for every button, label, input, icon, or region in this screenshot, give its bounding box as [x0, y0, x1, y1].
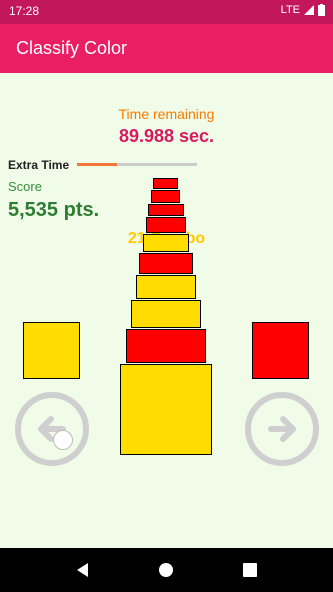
- arrow-right-icon: [268, 416, 296, 442]
- status-icons: LTE: [281, 4, 325, 16]
- stack-block: [131, 300, 201, 328]
- recents-square-icon[interactable]: [240, 560, 260, 580]
- status-bar: 17:28 LTE: [0, 0, 333, 24]
- stack-block: [146, 217, 186, 233]
- back-triangle-icon[interactable]: [73, 560, 93, 580]
- extra-time-label: Extra Time: [8, 158, 70, 172]
- status-time: 17:28: [9, 4, 40, 18]
- signal-icon: [304, 5, 314, 15]
- touch-indicator: [53, 430, 73, 450]
- extra-time-progress-fill: [77, 163, 117, 166]
- right-color-sample: [252, 322, 309, 379]
- time-remaining-value: 89.988 sec.: [118, 126, 215, 146]
- stack-block: [120, 364, 212, 455]
- score-label: Score: [8, 179, 42, 194]
- network-label: LTE: [280, 4, 300, 16]
- left-color-sample: [23, 322, 80, 379]
- left-arrow-button[interactable]: [15, 392, 89, 466]
- stack-block: [126, 329, 206, 363]
- home-circle-icon[interactable]: [156, 560, 176, 580]
- extra-time-progress: [77, 163, 197, 166]
- time-remaining-label: Time remaining: [118, 106, 215, 122]
- app-title: Classify Color: [16, 38, 128, 58]
- navigation-bar: [0, 548, 333, 592]
- game-area: Time remaining 89.988 sec. Extra Time Sc…: [0, 73, 333, 548]
- stack-block: [139, 253, 193, 274]
- battery-icon: [318, 4, 325, 16]
- stack-block: [153, 178, 178, 189]
- stack-block: [136, 275, 196, 299]
- right-arrow-button[interactable]: [245, 392, 319, 466]
- app-bar: Classify Color: [0, 24, 333, 73]
- stack-block: [151, 190, 180, 203]
- stack-block: [148, 204, 184, 216]
- stack-block: [143, 234, 189, 252]
- score-value: 5,535 pts.: [8, 199, 100, 221]
